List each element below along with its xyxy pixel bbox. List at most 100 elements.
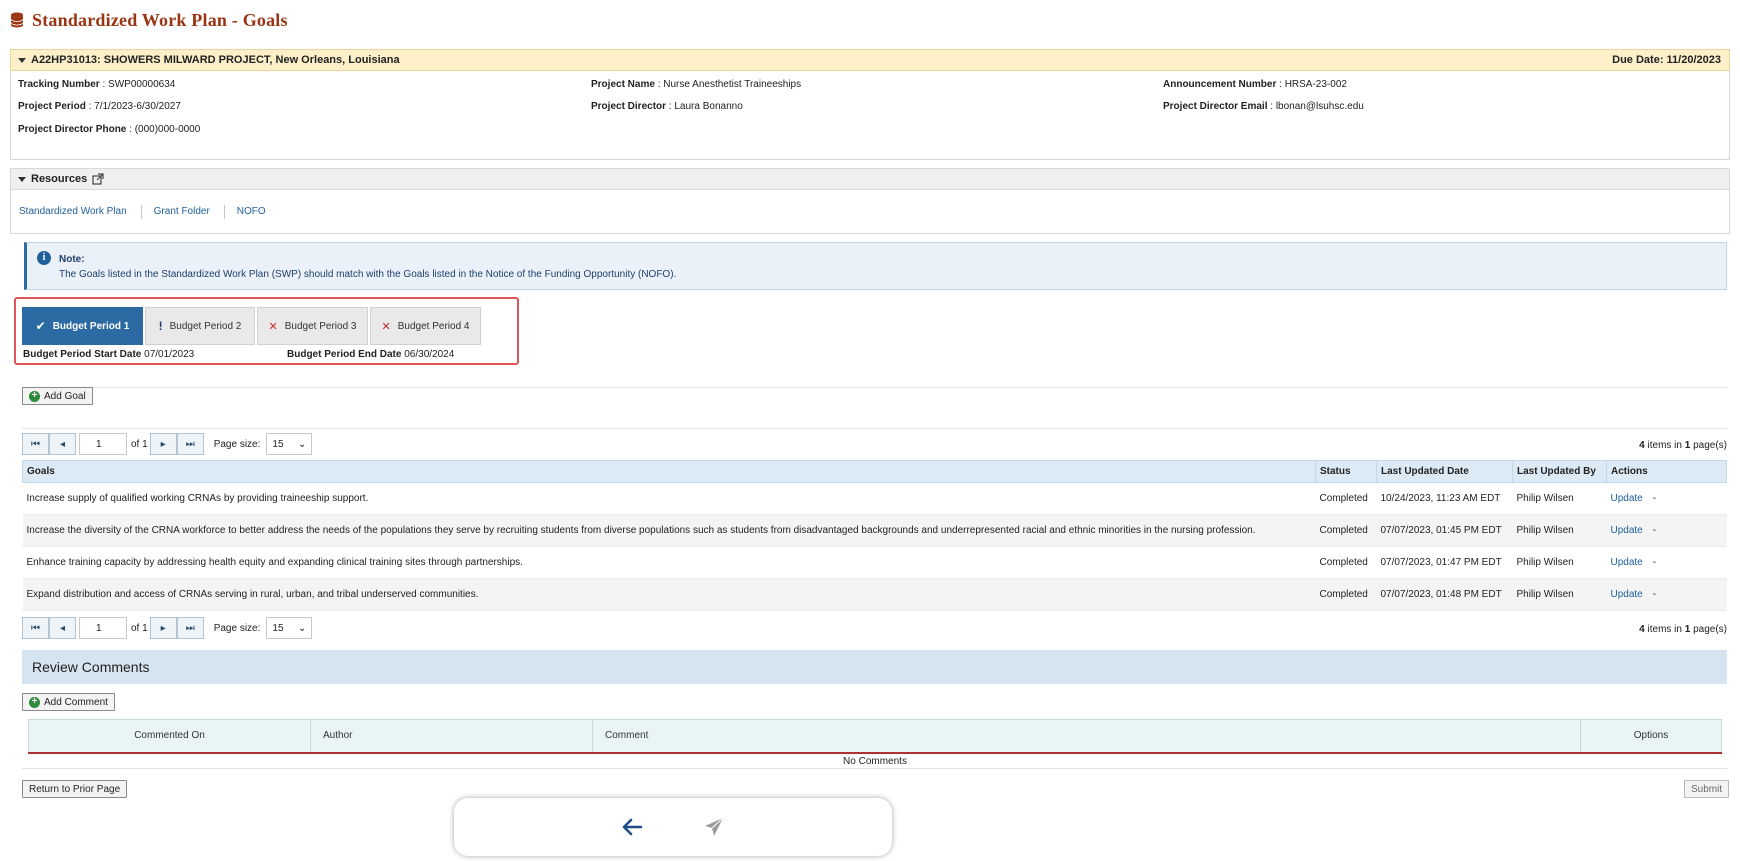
floating-toolbar (454, 798, 892, 856)
note-title: Note: (59, 254, 85, 265)
goal-text: Expand distribution and access of CRNAs … (22, 578, 1316, 611)
link-grant-folder[interactable]: Grant Folder (154, 206, 224, 217)
last-page-icon[interactable]: ⏭ (176, 433, 204, 455)
goal-text: Increase supply of qualified working CRN… (22, 482, 1316, 515)
project-info-panel: Tracking Number : SWP00000634 Project Pe… (10, 71, 1730, 160)
tab-label: Budget Period 1 (52, 320, 130, 332)
divider (22, 387, 1727, 388)
col-goals[interactable]: Goals (22, 460, 1316, 483)
check-icon: ✔ (35, 319, 46, 333)
page-size-select[interactable]: 15 ⌄ (266, 617, 313, 639)
separator (140, 204, 142, 219)
tab-budget-period-4[interactable]: ✕ Budget Period 4 (370, 307, 481, 345)
goals-table: Goals Status Last Updated Date Last Upda… (22, 460, 1727, 611)
tab-budget-period-1[interactable]: ✔ Budget Period 1 (22, 307, 143, 345)
goal-by: Philip Wilsen (1512, 546, 1607, 579)
first-page-icon[interactable]: ⏮ (22, 433, 49, 455)
prev-page-icon[interactable]: ◂ (49, 433, 76, 455)
tab-budget-period-2[interactable]: ! Budget Period 2 (145, 307, 255, 345)
table-row: Expand distribution and access of CRNAs … (22, 578, 1727, 611)
goal-date: 07/07/2023, 01:45 PM EDT (1376, 514, 1513, 547)
col-author[interactable]: Author (310, 719, 593, 754)
plus-icon: + (29, 390, 40, 402)
resources-bar[interactable]: Resources (10, 168, 1730, 190)
external-link-icon[interactable] (92, 173, 104, 185)
pager-top: ⏮ ◂ 1 of 1 ▸ ⏭ Page size: 15 ⌄ (22, 433, 313, 455)
update-link[interactable]: Update (1611, 557, 1643, 568)
plus-icon: + (29, 696, 40, 708)
col-options: Options (1580, 719, 1722, 754)
col-comment[interactable]: Comment (592, 719, 1581, 754)
note-text: The Goals listed in the Standardized Wor… (59, 269, 677, 280)
col-last-updated-date[interactable]: Last Updated Date (1376, 460, 1513, 483)
prev-page-icon[interactable]: ◂ (49, 617, 76, 639)
review-comments-header: Review Comments (22, 650, 1727, 684)
project-header-bar[interactable]: A22HP31013: SHOWERS MILWARD PROJECT, New… (10, 49, 1730, 71)
due-date: Due Date: 11/20/2023 (1612, 54, 1721, 66)
submit-button[interactable]: Submit (1684, 780, 1730, 798)
goal-actions: Update - (1606, 482, 1727, 515)
tracking-number: Tracking Number : SWP00000634 (18, 79, 176, 90)
divider (22, 428, 1727, 429)
goal-by: Philip Wilsen (1512, 578, 1607, 611)
project-header: A22HP31013: SHOWERS MILWARD PROJECT, New… (31, 54, 400, 66)
caret-down-icon[interactable] (18, 57, 26, 63)
chevron-down-icon: ⌄ (298, 438, 307, 450)
add-goal-button[interactable]: + Add Goal (22, 387, 93, 405)
table-row: Increase the diversity of the CRNA workf… (22, 514, 1727, 547)
col-last-updated-by[interactable]: Last Updated By (1512, 460, 1607, 483)
separator (223, 204, 225, 219)
dash: - (1652, 589, 1657, 600)
add-comment-label: Add Comment (44, 696, 108, 708)
dash: - (1652, 525, 1657, 536)
goal-text: Enhance training capacity by addressing … (22, 546, 1316, 579)
page-number-input[interactable]: 1 (79, 433, 127, 455)
page-size-label: Page size: (213, 622, 261, 634)
resources-panel: Standardized Work Plan Grant Folder NOFO (10, 190, 1730, 234)
resources-title: Resources (31, 173, 88, 185)
exclamation-icon: ! (158, 319, 163, 333)
dash: - (1652, 493, 1657, 504)
col-commented-on[interactable]: Commented On (28, 719, 311, 754)
page-number-input[interactable]: 1 (79, 617, 127, 639)
back-arrow-icon[interactable] (621, 818, 643, 836)
no-comments: No Comments (843, 755, 907, 767)
caret-down-icon[interactable] (18, 176, 26, 182)
budget-period-start: Budget Period Start Date 07/01/2023 (23, 349, 195, 360)
note-box: i Note: The Goals listed in the Standard… (24, 242, 1727, 290)
project-period: Project Period : 7/1/2023-6/30/2027 (18, 101, 181, 112)
link-nofo[interactable]: NOFO (237, 206, 280, 217)
update-link[interactable]: Update (1611, 493, 1643, 504)
add-comment-button[interactable]: + Add Comment (22, 693, 115, 711)
first-page-icon[interactable]: ⏮ (22, 617, 49, 639)
items-info-top: 4 items in 1 page(s) (1639, 440, 1727, 451)
update-link[interactable]: Update (1611, 589, 1643, 600)
table-row: Increase supply of qualified working CRN… (22, 482, 1727, 515)
next-page-icon[interactable]: ▸ (149, 617, 177, 639)
link-standardized-work-plan[interactable]: Standardized Work Plan (19, 206, 141, 217)
col-status[interactable]: Status (1315, 460, 1377, 483)
page-size-select[interactable]: 15 ⌄ (266, 433, 313, 455)
director-phone: Project Director Phone : (000)000-0000 (18, 124, 201, 135)
project-director: Project Director : Laura Bonanno (591, 101, 743, 112)
last-page-icon[interactable]: ⏭ (176, 617, 204, 639)
budget-period-end: Budget Period End Date 06/30/2024 (287, 349, 455, 360)
update-link[interactable]: Update (1611, 525, 1643, 536)
page-of: of 1 (131, 622, 148, 634)
goal-date: 10/24/2023, 11:23 AM EDT (1376, 482, 1513, 515)
tab-budget-period-3[interactable]: ✕ Budget Period 3 (257, 307, 368, 345)
tab-label: Budget Period 3 (284, 320, 357, 332)
send-icon[interactable] (703, 816, 725, 838)
tab-label: Budget Period 4 (397, 320, 470, 332)
return-prior-page-button[interactable]: Return to Prior Page (22, 780, 128, 798)
goal-actions: Update - (1606, 578, 1727, 611)
project-name: Project Name : Nurse Anesthetist Trainee… (591, 79, 802, 90)
goal-by: Philip Wilsen (1512, 514, 1607, 547)
x-icon: ✕ (381, 320, 391, 333)
pager-bottom: ⏮ ◂ 1 of 1 ▸ ⏭ Page size: 15 ⌄ (22, 617, 313, 639)
items-info-bottom: 4 items in 1 page(s) (1639, 624, 1727, 635)
page-title: Standardized Work Plan - Goals (32, 9, 288, 30)
goal-actions: Update - (1606, 546, 1727, 579)
dash: - (1652, 557, 1657, 568)
next-page-icon[interactable]: ▸ (149, 433, 177, 455)
